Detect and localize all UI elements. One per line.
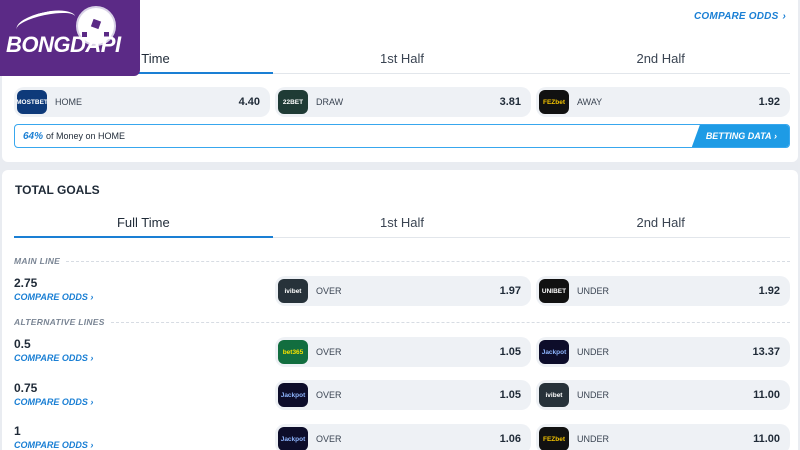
bookmaker-logo-ivibet: ivibet <box>539 383 569 407</box>
alternative-lines-heading: ALTERNATIVE LINES <box>14 317 790 327</box>
bookmaker-logo-fezbet: FEZbet <box>539 90 569 114</box>
compare-odds-link[interactable]: COMPARE ODDS › <box>14 397 93 407</box>
bookmaker-logo-fezbet: FEZbet <box>539 427 569 450</box>
tab-2nd-half[interactable]: 2nd Half <box>531 44 790 73</box>
compare-odds-link[interactable]: COMPARE ODDS › <box>694 11 786 22</box>
outcome-label: OVER <box>316 434 342 444</box>
odds-value: 11.00 <box>753 433 780 445</box>
betting-data-label: BETTING DATA <box>705 131 772 141</box>
brand-logo[interactable]: BONGDAPI <box>0 0 140 76</box>
outcome-label: HOME <box>55 97 82 107</box>
bookmaker-logo-mostbet: MOSTBET <box>17 90 47 114</box>
odds-draw[interactable]: 22BET DRAW 3.81 <box>275 87 531 117</box>
line-value: 0.5 <box>14 337 31 351</box>
outcome-label: OVER <box>316 286 342 296</box>
tab-2nd-half[interactable]: 2nd Half <box>531 208 790 237</box>
outcome-label: UNDER <box>577 434 610 444</box>
bookmaker-logo-jackpot: Jackpot <box>278 427 308 450</box>
odds-value: 1.05 <box>499 346 521 358</box>
compare-odds-link[interactable]: COMPARE ODDS › <box>14 292 93 302</box>
alternative-lines-label: ALTERNATIVE LINES <box>14 317 105 327</box>
bookmaker-logo-jackpot: Jackpot <box>539 340 569 364</box>
outcome-label: OVER <box>316 390 342 400</box>
outcome-label: OVER <box>316 347 342 357</box>
odds-value: 13.37 <box>752 346 780 358</box>
odds-over[interactable]: Jackpot OVER 1.05 <box>275 380 531 410</box>
chevron-right-icon: › <box>90 440 94 450</box>
chevron-right-icon: › <box>90 292 94 302</box>
chevron-right-icon: › <box>90 397 94 407</box>
bookmaker-logo-bet365: bet365 <box>278 340 308 364</box>
total-goals-card: TOTAL GOALS Full Time 1st Half 2nd Half … <box>2 170 798 450</box>
money-bar: 64% of Money on HOME BETTING DATA › <box>14 124 790 148</box>
outcome-label: AWAY <box>577 97 603 107</box>
tab-full-time[interactable]: Full Time <box>14 208 273 238</box>
outcome-label: UNDER <box>577 347 610 357</box>
odds-under[interactable]: FEZbet UNDER 11.00 <box>536 424 790 450</box>
odds-value: 1.92 <box>758 285 780 297</box>
bookmaker-logo-unibet: UNIBET <box>539 279 569 303</box>
odds-away[interactable]: FEZbet AWAY 1.92 <box>536 87 790 117</box>
section-title: TOTAL GOALS <box>15 183 100 197</box>
compare-odds-label: COMPARE ODDS <box>694 11 779 22</box>
compare-odds-link[interactable]: COMPARE ODDS › <box>14 440 93 450</box>
line-value: 1 <box>14 424 21 438</box>
odds-value: 1.05 <box>499 389 521 401</box>
betting-data-button[interactable]: BETTING DATA › <box>691 125 789 147</box>
chevron-right-icon: › <box>774 131 777 141</box>
outcome-label: DRAW <box>316 97 344 107</box>
line-value: 2.75 <box>14 276 38 290</box>
money-percent: 64% <box>23 130 44 142</box>
outcome-label: UNDER <box>577 390 610 400</box>
odds-value: 1.06 <box>499 433 521 445</box>
money-text: of Money on HOME <box>46 131 126 141</box>
bookmaker-logo-jackpot: Jackpot <box>278 383 308 407</box>
compare-odds-link[interactable]: COMPARE ODDS › <box>14 353 93 363</box>
compare-odds-label: COMPARE ODDS <box>14 440 88 450</box>
main-line-label: MAIN LINE <box>14 256 61 266</box>
bookmaker-logo-22bet: 22BET <box>278 90 308 114</box>
odds-over[interactable]: bet365 OVER 1.05 <box>275 337 531 367</box>
odds-value: 4.40 <box>238 96 260 108</box>
main-line-heading: MAIN LINE <box>14 256 790 266</box>
chevron-right-icon: › <box>782 11 786 22</box>
compare-odds-label: COMPARE ODDS <box>14 353 88 363</box>
outcome-label: UNDER <box>577 286 610 296</box>
chevron-right-icon: › <box>90 353 94 363</box>
compare-odds-label: COMPARE ODDS <box>14 292 88 302</box>
odds-over[interactable]: Jackpot OVER 1.06 <box>275 424 531 450</box>
compare-odds-label: COMPARE ODDS <box>14 397 88 407</box>
line-value: 0.75 <box>14 381 38 395</box>
total-goals-tabs: Full Time 1st Half 2nd Half <box>14 208 790 238</box>
tab-1st-half[interactable]: 1st Half <box>273 44 532 73</box>
tab-1st-half[interactable]: 1st Half <box>273 208 532 237</box>
odds-value: 11.00 <box>753 389 780 401</box>
odds-under[interactable]: Jackpot UNDER 13.37 <box>536 337 790 367</box>
odds-value: 1.97 <box>499 285 521 297</box>
odds-value: 1.92 <box>758 96 780 108</box>
brand-name: BONGDAPI <box>6 32 121 57</box>
odds-under[interactable]: UNIBET UNDER 1.92 <box>536 276 790 306</box>
odds-under[interactable]: ivibet UNDER 11.00 <box>536 380 790 410</box>
odds-value: 3.81 <box>499 96 521 108</box>
odds-home[interactable]: MOSTBET HOME 4.40 <box>14 87 270 117</box>
odds-over[interactable]: ivibet OVER 1.97 <box>275 276 531 306</box>
bookmaker-logo-ivibet: ivibet <box>278 279 308 303</box>
